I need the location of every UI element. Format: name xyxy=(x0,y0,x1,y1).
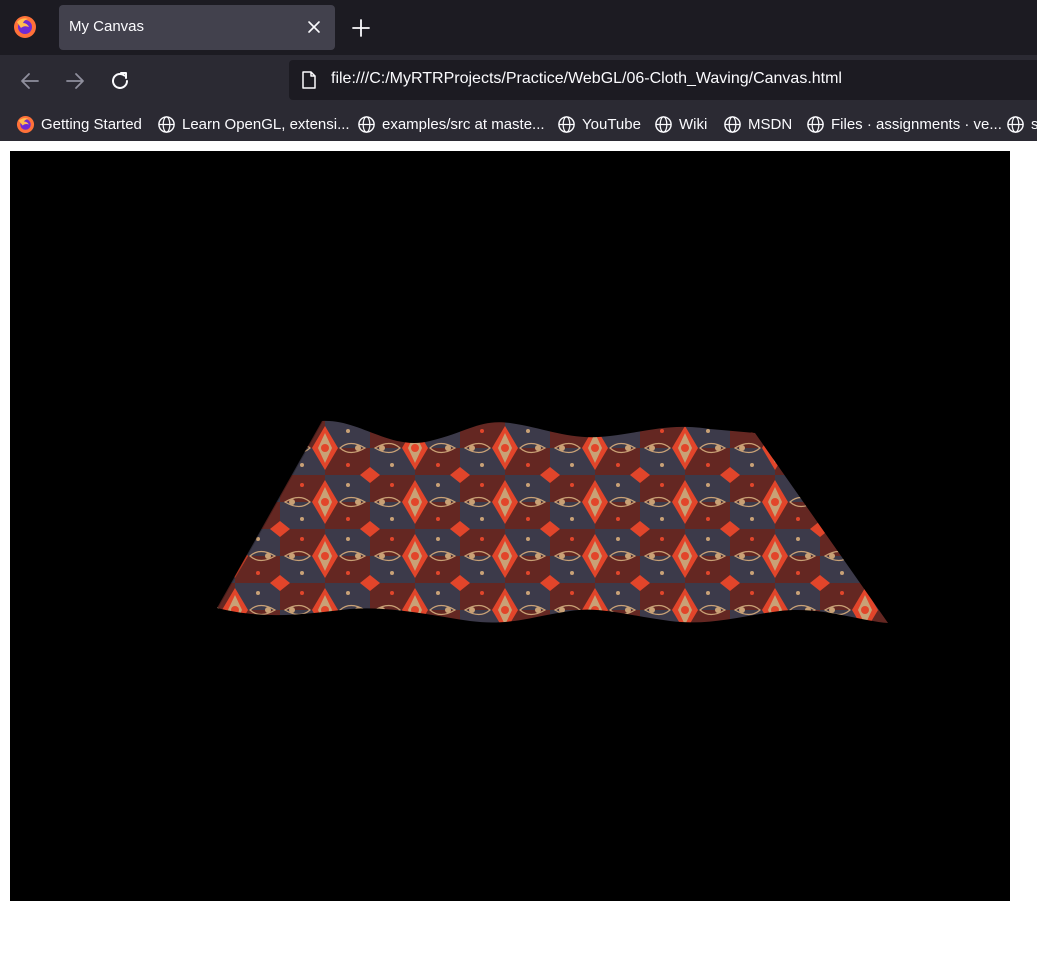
bookmark-label: Wiki xyxy=(679,115,708,133)
globe-icon xyxy=(807,115,824,133)
bookmark-label: MSDN xyxy=(748,115,793,133)
cloth-mesh xyxy=(217,420,888,623)
page-content xyxy=(0,141,1037,955)
bookmarks-toolbar: Getting Started Learn OpenGL, extensi... e… xyxy=(0,107,1037,141)
tab-strip: My Canvas xyxy=(0,0,1037,55)
bookmark-label: Files · assignments · ve... xyxy=(831,115,1002,133)
globe-icon xyxy=(158,115,175,133)
globe-icon xyxy=(558,115,575,133)
plus-icon[interactable] xyxy=(350,17,372,39)
bookmark-label: Getting Started xyxy=(41,115,142,133)
forward-arrow-icon[interactable] xyxy=(63,69,87,93)
globe-icon xyxy=(724,115,741,133)
url-text[interactable]: file:///C:/MyRTRProjects/Practice/WebGL/… xyxy=(331,70,842,88)
cloth-render xyxy=(216,420,888,623)
globe-icon xyxy=(358,115,375,133)
globe-icon xyxy=(1007,115,1024,133)
bookmark-item[interactable]: YouTube xyxy=(557,113,641,135)
firefox-icon[interactable] xyxy=(12,14,38,40)
bookmark-label: Learn OpenGL, extensi... xyxy=(182,115,350,133)
tab-my-canvas[interactable]: My Canvas xyxy=(59,5,335,50)
bookmark-label: YouTube xyxy=(582,115,641,133)
bookmark-item[interactable]: Wiki xyxy=(654,113,707,135)
firefox-icon xyxy=(16,115,35,133)
bookmark-item[interactable]: MSDN xyxy=(723,113,792,135)
navigation-toolbar: file:///C:/MyRTRProjects/Practice/WebGL/… xyxy=(0,55,1037,107)
page-icon xyxy=(302,71,316,89)
bookmark-item[interactable]: examples/src at maste... xyxy=(357,113,545,135)
browser-chrome: My Canvas file:///C:/MyRTRProjects/Pract… xyxy=(0,0,1037,141)
globe-icon xyxy=(655,115,672,133)
bookmark-item[interactable]: Files · assignments · ve... xyxy=(806,113,1002,135)
bookmark-item[interactable]: s xyxy=(1006,113,1037,135)
bookmark-item[interactable]: Getting Started xyxy=(16,113,142,135)
close-icon[interactable] xyxy=(304,17,324,37)
url-bar[interactable]: file:///C:/MyRTRProjects/Practice/WebGL/… xyxy=(289,60,1037,100)
back-arrow-icon[interactable] xyxy=(18,69,42,93)
tab-title: My Canvas xyxy=(69,18,145,35)
webgl-canvas[interactable] xyxy=(10,151,1010,901)
bookmark-label: examples/src at maste... xyxy=(382,115,545,133)
bookmark-item[interactable]: Learn OpenGL, extensi... xyxy=(157,113,350,135)
bookmark-label: s xyxy=(1031,115,1037,133)
reload-icon[interactable] xyxy=(108,69,132,93)
